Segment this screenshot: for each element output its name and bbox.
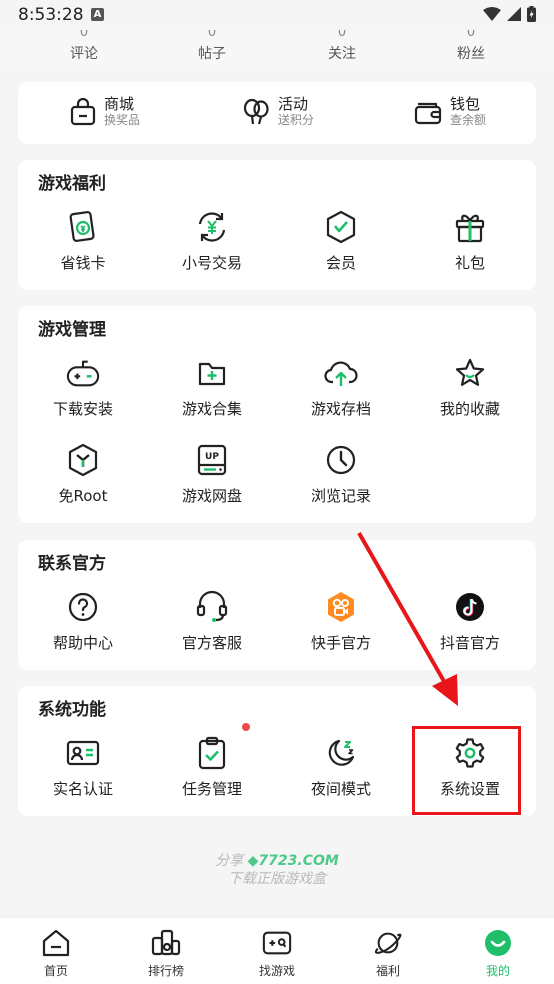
tab-welfare[interactable]: 福利: [338, 928, 438, 979]
wallet-icon: [414, 102, 442, 125]
status-time: 8:53:28: [18, 5, 84, 25]
shopping-bag-icon: [70, 98, 96, 126]
douyin-icon: [456, 593, 484, 621]
section-title: 游戏管理: [38, 320, 106, 340]
tab-ranking[interactable]: 排行榜: [116, 928, 216, 979]
saving-card-icon: [69, 211, 95, 242]
status-bar: 8:53:28 A: [0, 0, 554, 30]
section-title: 联系官方: [38, 554, 106, 574]
annotation-highlight-box: [412, 726, 521, 815]
game-management-card: 游戏管理 下载安装 游戏合集 游戏存档 我的收藏 免Root UP 游戏网盘 浏…: [18, 306, 536, 523]
folder-plus-icon: [198, 362, 226, 386]
no-root-item[interactable]: 免Root: [28, 443, 138, 506]
profile-stats: 0 评论 0 帖子 0 关注 0 粉丝: [0, 30, 554, 66]
customer-service-item[interactable]: 官方客服: [157, 590, 267, 653]
up-drive-icon: UP: [197, 444, 227, 476]
task-manager-item[interactable]: 任务管理: [157, 736, 267, 799]
moon-icon: [328, 739, 355, 766]
stat-comments[interactable]: 0 评论: [19, 30, 149, 63]
hexagon-y-icon: [68, 443, 98, 477]
clipboard-check-icon: [198, 736, 226, 770]
saving-card-item[interactable]: 省钱卡: [28, 210, 138, 273]
section-title: 系统功能: [38, 700, 106, 720]
tab-find-game[interactable]: 找游戏: [227, 928, 327, 979]
notification-a-icon: A: [91, 8, 104, 21]
night-mode-item[interactable]: 夜间模式: [286, 736, 396, 799]
clock-icon: [326, 445, 356, 475]
find-game-icon: [262, 931, 292, 955]
history-item[interactable]: 浏览记录: [286, 443, 396, 506]
stat-fans[interactable]: 0 粉丝: [406, 30, 536, 63]
yuan-exchange-icon: [198, 212, 226, 242]
quick-links-card: 商城 换奖品 活动 送积分 钱包 查余额: [18, 82, 536, 144]
help-center-item[interactable]: 帮助中心: [28, 590, 138, 653]
cloud-upload-icon: [324, 361, 358, 386]
balloons-icon: [243, 98, 269, 125]
douyin-item[interactable]: 抖音官方: [415, 590, 525, 653]
game-save-item[interactable]: 游戏存档: [286, 356, 396, 419]
vip-item[interactable]: 会员: [286, 210, 396, 273]
my-favorites-item[interactable]: 我的收藏: [415, 356, 525, 419]
stat-following[interactable]: 0 关注: [277, 30, 407, 63]
download-install-item[interactable]: 下载安装: [28, 356, 138, 419]
game-drive-item[interactable]: UP 游戏网盘: [157, 443, 267, 506]
tab-me[interactable]: 我的: [448, 928, 548, 979]
help-circle-icon: [68, 592, 98, 622]
star-icon: [455, 358, 485, 386]
me-smile-icon: [485, 930, 511, 956]
task-notification-dot: [242, 723, 250, 731]
stat-posts[interactable]: 0 帖子: [147, 30, 277, 63]
id-card-icon: [66, 740, 100, 766]
ranking-icon: [151, 929, 181, 956]
section-title: 游戏福利: [38, 174, 106, 194]
gift-icon: [455, 214, 485, 243]
planet-icon: [374, 932, 402, 954]
tab-home[interactable]: 首页: [6, 928, 106, 979]
kuaishou-item[interactable]: 快手官方: [286, 590, 396, 653]
wifi-icon: [483, 7, 501, 21]
vip-shield-icon: [326, 210, 356, 244]
wallet-link[interactable]: 钱包 查余额: [414, 96, 486, 128]
shop-link[interactable]: 商城 换奖品: [70, 96, 140, 128]
game-welfare-card: 游戏福利 省钱卡 小号交易 会员 礼包: [18, 160, 536, 290]
game-collection-item[interactable]: 游戏合集: [157, 356, 267, 419]
activity-link[interactable]: 活动 送积分: [242, 96, 314, 128]
footer-brand-note: 分享 ◆7723.COM 下载正版游戏盒: [215, 853, 339, 887]
real-name-item[interactable]: 实名认证: [28, 736, 138, 799]
headset-icon: [196, 590, 228, 622]
kuaishou-icon: [328, 592, 354, 622]
brand-logo-text: ◆7723.COM: [247, 853, 339, 869]
gamepad-icon: [66, 360, 100, 387]
signal-icon: [507, 7, 521, 21]
status-indicators: [483, 6, 536, 22]
contact-official-card: 联系官方 帮助中心 官方客服 快手官方 抖音官方: [18, 540, 536, 670]
gift-item[interactable]: 礼包: [415, 210, 525, 273]
account-trade-item[interactable]: 小号交易: [157, 210, 267, 273]
bottom-tab-bar: 首页 排行榜 找游戏 福利 我的: [0, 917, 554, 984]
battery-icon: [527, 6, 536, 22]
svg-text:UP: UP: [205, 452, 219, 462]
home-icon: [42, 929, 70, 957]
